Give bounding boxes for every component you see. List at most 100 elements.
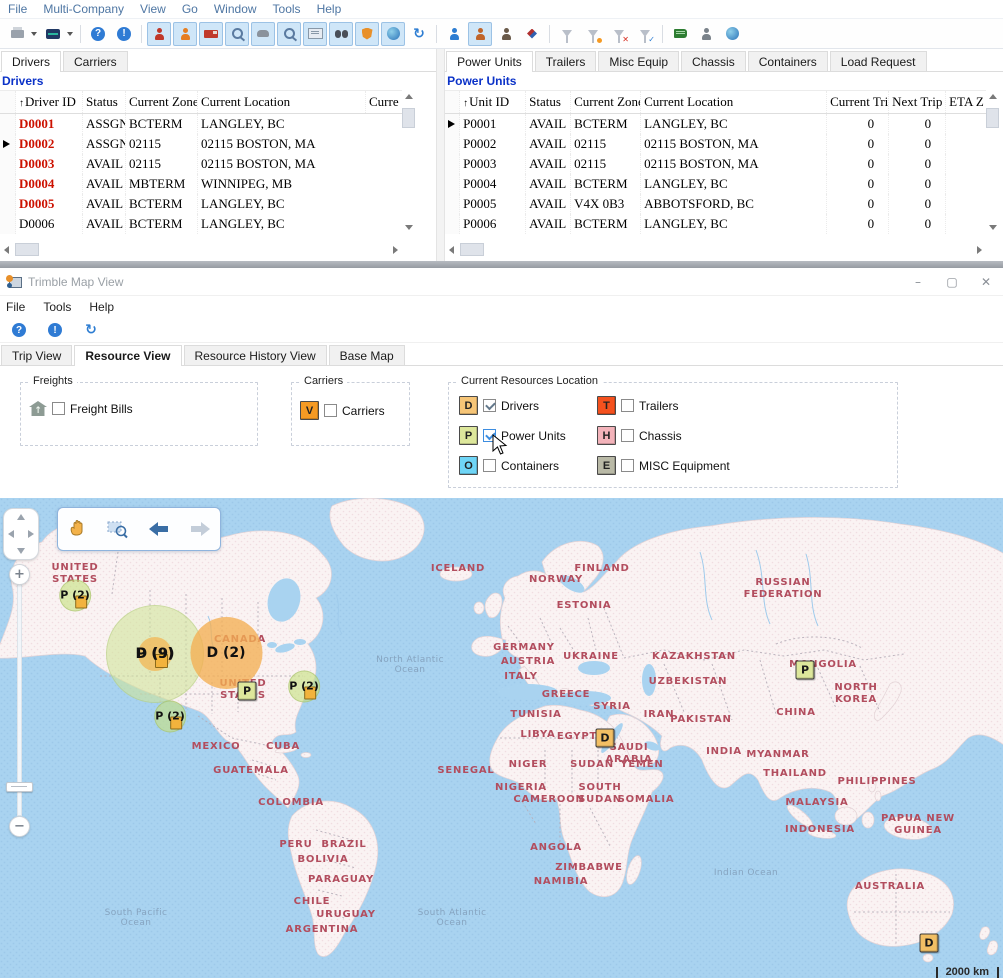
col-current-zone[interactable]: Current Zone bbox=[571, 91, 641, 113]
menu-help[interactable]: Help bbox=[317, 2, 342, 16]
cell-location[interactable]: WINNIPEG, MB bbox=[198, 174, 402, 194]
globe-search-icon[interactable] bbox=[720, 22, 744, 46]
cell-driver-id[interactable]: D0004 bbox=[16, 174, 83, 194]
book-icon[interactable] bbox=[668, 22, 692, 46]
cell-eta[interactable] bbox=[946, 114, 986, 134]
cell-status[interactable]: AVAIL bbox=[83, 194, 126, 214]
world-map[interactable]: UNITED STATESICELANDNORWAYFINLANDESTONIA… bbox=[0, 498, 1003, 978]
row-selector[interactable] bbox=[0, 154, 16, 174]
map-cluster-marker[interactable]: P (2) bbox=[60, 589, 90, 602]
cell-driver-id[interactable]: D0005 bbox=[16, 194, 83, 214]
cell-location[interactable]: LANGLEY, BC bbox=[198, 114, 402, 134]
menu-window[interactable]: Window bbox=[214, 2, 257, 16]
cell-unit-id[interactable]: P0004 bbox=[460, 174, 526, 194]
refresh-icon[interactable]: ↻ bbox=[79, 318, 103, 342]
misc-equipment-checkbox[interactable] bbox=[621, 459, 634, 472]
search-icon[interactable] bbox=[225, 22, 249, 46]
cell-zone[interactable]: BCTERM bbox=[571, 174, 641, 194]
menu-file[interactable]: File bbox=[8, 2, 27, 16]
zoom-in-button[interactable]: + bbox=[9, 564, 30, 585]
shield-icon[interactable] bbox=[355, 22, 379, 46]
row-selector[interactable] bbox=[0, 134, 16, 154]
cell-eta[interactable] bbox=[946, 154, 986, 174]
pan-up-icon[interactable] bbox=[17, 514, 25, 520]
cell-zone[interactable]: 02115 bbox=[571, 134, 641, 154]
scroll-thumb[interactable] bbox=[986, 108, 999, 128]
col-status[interactable]: Status bbox=[526, 91, 571, 113]
tab-carriers[interactable]: Carriers bbox=[63, 51, 128, 71]
monitor-icon[interactable] bbox=[41, 22, 65, 46]
row-selector[interactable] bbox=[0, 214, 16, 234]
col-current-location[interactable]: Current Location bbox=[198, 91, 366, 113]
maximize-button[interactable]: ▢ bbox=[935, 271, 969, 293]
tab-resource-view[interactable]: Resource View bbox=[74, 345, 181, 366]
tab-drivers[interactable]: Drivers bbox=[1, 51, 61, 72]
cell-driver-id[interactable]: D0002 bbox=[16, 134, 83, 154]
cell-driver-id[interactable]: D0001 bbox=[16, 114, 83, 134]
cell-current-trip[interactable]: 0 bbox=[827, 134, 889, 154]
row-selector[interactable] bbox=[445, 154, 460, 174]
row-selector[interactable] bbox=[0, 114, 16, 134]
cell-current-trip[interactable]: 0 bbox=[827, 114, 889, 134]
cell-location[interactable]: ABBOTSFORD, BC bbox=[641, 194, 827, 214]
menu-help[interactable]: Help bbox=[89, 300, 114, 314]
row-selector[interactable] bbox=[445, 194, 460, 214]
cell-zone[interactable]: 02115 bbox=[571, 154, 641, 174]
map-cluster-marker[interactable]: P (2) bbox=[289, 680, 319, 693]
cell-zone[interactable]: BCTERM bbox=[126, 114, 198, 134]
refresh-icon[interactable]: ↻ bbox=[407, 22, 431, 46]
cell-eta[interactable] bbox=[946, 134, 986, 154]
row-selector[interactable] bbox=[0, 174, 16, 194]
cell-status[interactable]: AVAIL bbox=[526, 194, 571, 214]
phone-icon[interactable] bbox=[251, 22, 275, 46]
cell-status[interactable]: AVAIL bbox=[83, 214, 126, 234]
cell-zone[interactable]: BCTERM bbox=[571, 114, 641, 134]
row-selector-header[interactable] bbox=[0, 91, 16, 113]
driver-row[interactable]: D0005 AVAIL BCTERM LANGLEY, BC bbox=[0, 194, 402, 214]
pan-down-icon[interactable] bbox=[17, 548, 25, 554]
units-vscrollbar[interactable] bbox=[986, 90, 999, 256]
cell-next-trip[interactable]: 0 bbox=[889, 174, 946, 194]
cell-status[interactable]: AVAIL bbox=[83, 174, 126, 194]
binoculars-icon[interactable] bbox=[329, 22, 353, 46]
drivers-hscrollbar[interactable] bbox=[0, 243, 402, 256]
power-units-checkbox[interactable] bbox=[483, 429, 496, 442]
cell-eta[interactable] bbox=[946, 194, 986, 214]
scroll-thumb[interactable] bbox=[460, 243, 484, 256]
close-button[interactable]: ✕ bbox=[969, 271, 1003, 293]
unit-row[interactable]: P0003 AVAIL 02115 02115 BOSTON, MA 0 0 bbox=[445, 154, 986, 174]
map-marker-p-square[interactable]: P bbox=[238, 682, 257, 701]
cell-driver-id[interactable]: D0003 bbox=[16, 154, 83, 174]
scroll-left-icon[interactable] bbox=[0, 243, 13, 256]
pan-right-icon[interactable] bbox=[28, 530, 34, 538]
scroll-left-icon[interactable] bbox=[445, 243, 458, 256]
cell-location[interactable]: LANGLEY, BC bbox=[198, 214, 402, 234]
cell-unit-id[interactable]: P0005 bbox=[460, 194, 526, 214]
map-marker-d-square[interactable]: D bbox=[596, 729, 615, 748]
scroll-thumb[interactable] bbox=[402, 108, 415, 128]
row-selector[interactable] bbox=[0, 194, 16, 214]
unit-row[interactable]: P0006 AVAIL BCTERM LANGLEY, BC 0 0 bbox=[445, 214, 986, 234]
cell-current-trip[interactable]: 0 bbox=[827, 174, 889, 194]
scroll-up-icon[interactable] bbox=[986, 90, 999, 103]
cell-zone[interactable]: BCTERM bbox=[126, 214, 198, 234]
map-marker-p-square[interactable]: P bbox=[796, 661, 815, 680]
map-pan-control[interactable] bbox=[3, 508, 39, 560]
scroll-right-icon[interactable] bbox=[973, 243, 986, 256]
person-screen-icon[interactable] bbox=[468, 22, 492, 46]
scroll-down-icon[interactable] bbox=[402, 221, 415, 234]
help-icon[interactable]: ? bbox=[86, 22, 110, 46]
map-cluster-marker[interactable]: P (2) bbox=[155, 710, 185, 723]
cell-next-trip[interactable]: 0 bbox=[889, 214, 946, 234]
cell-unit-id[interactable]: P0006 bbox=[460, 214, 526, 234]
filter-apply-icon[interactable]: ✓ bbox=[633, 22, 657, 46]
map-cluster-marker-drivers[interactable]: D (2) bbox=[206, 645, 245, 661]
scroll-right-icon[interactable] bbox=[389, 243, 402, 256]
cell-zone[interactable]: BCTERM bbox=[571, 214, 641, 234]
row-selector-header[interactable] bbox=[445, 91, 460, 113]
scroll-thumb[interactable] bbox=[15, 243, 39, 256]
unit-row[interactable]: P0004 AVAIL BCTERM LANGLEY, BC 0 0 bbox=[445, 174, 986, 194]
col-driver-id[interactable]: Driver ID bbox=[16, 91, 83, 113]
cell-status[interactable]: AVAIL bbox=[526, 214, 571, 234]
cell-current-trip[interactable]: 0 bbox=[827, 194, 889, 214]
